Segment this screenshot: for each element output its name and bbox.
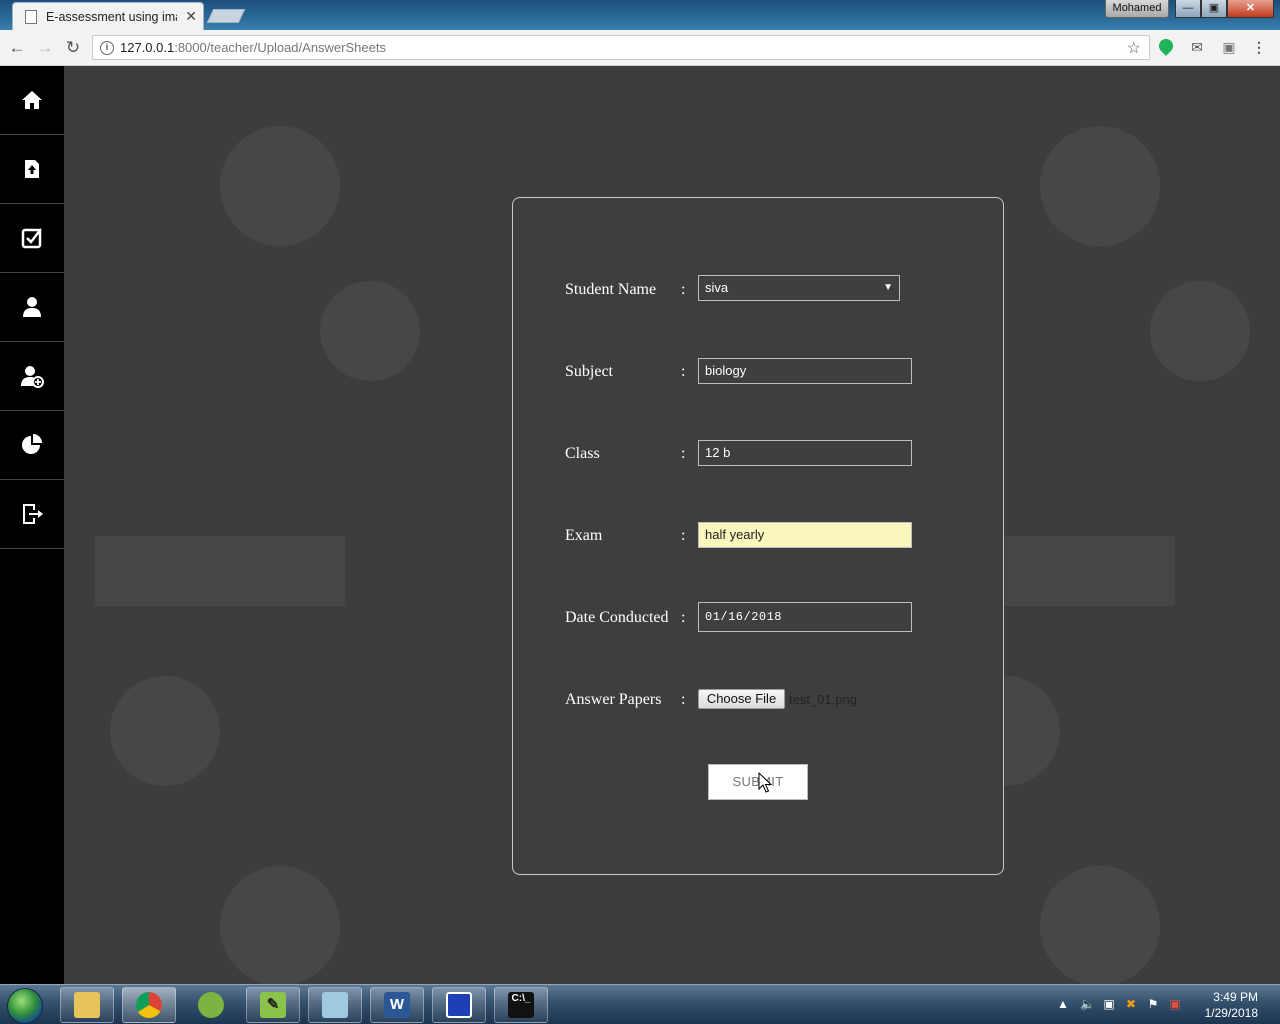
chameleon-icon <box>198 992 224 1018</box>
notepad-icon: ✎ <box>260 992 286 1018</box>
taskbar: ✎ W C:\_ ▲ 🔈 ▣ ✖ ⚑ ▣ 3:49 PM 1/29/2018 <box>0 984 1280 1024</box>
colon: : <box>681 691 686 708</box>
url-path: :8000/teacher/Upload/AnswerSheets <box>174 40 386 55</box>
sidebar-item-evaluate[interactable] <box>0 204 64 273</box>
sidebar-item-reports[interactable] <box>0 411 64 480</box>
bag-icon[interactable]: ▣ <box>1220 38 1238 56</box>
subject-input[interactable]: biology <box>698 358 912 384</box>
taskbar-app[interactable] <box>184 987 238 1023</box>
logout-icon <box>23 504 43 524</box>
upload-form-card: Student Name : siva ▼ Subject : biology … <box>512 197 1004 875</box>
background-doodle <box>110 676 220 786</box>
upload-icon <box>25 160 39 178</box>
clock-time: 3:49 PM <box>1213 990 1258 1004</box>
add-user-icon <box>21 366 44 388</box>
teacher-icon <box>23 297 41 317</box>
taskbar-clock[interactable]: 3:49 PM 1/29/2018 <box>1205 989 1258 1021</box>
exam-label: Exam <box>565 527 603 544</box>
background-doodle <box>220 866 340 984</box>
sidebar-item-logout[interactable] <box>0 480 64 549</box>
date-conducted-label: Date Conducted <box>565 609 669 626</box>
page-icon <box>25 9 37 24</box>
class-label: Class <box>565 445 600 462</box>
maximize-button[interactable]: ▣ <box>1201 0 1227 18</box>
sidebar-item-add-user[interactable] <box>0 342 64 411</box>
selected-file-name: test_01.png <box>789 692 857 707</box>
app-icon <box>322 992 348 1018</box>
sidebar <box>0 66 64 984</box>
mail-icon[interactable]: ✉ <box>1188 38 1206 56</box>
taskbar-app[interactable] <box>432 987 486 1023</box>
student-name-label: Student Name <box>565 281 657 298</box>
background-doodle <box>95 536 345 606</box>
background-doodle <box>1040 866 1160 984</box>
info-icon[interactable]: i <box>100 41 114 55</box>
mouse-cursor-icon <box>758 772 772 793</box>
taskbar-cmd[interactable]: C:\_ <box>494 987 548 1023</box>
subject-label: Subject <box>565 363 613 380</box>
checkbox-icon <box>21 228 42 249</box>
display-icon[interactable]: ▣ <box>1168 997 1182 1011</box>
background-doodle <box>1150 281 1250 381</box>
taskbar-chrome[interactable] <box>122 987 176 1023</box>
browser-toolbar: ← → ↻ i 127.0.0.1:8000/teacher/Upload/An… <box>0 30 1280 66</box>
app-icon <box>446 992 472 1018</box>
colon: : <box>681 445 686 462</box>
tab-close-icon[interactable]: ✕ <box>185 8 197 25</box>
clock-date: 1/29/2018 <box>1204 1006 1258 1020</box>
terminal-icon: C:\_ <box>508 992 534 1018</box>
browser-tab[interactable]: E-assessment using imag ✕ <box>12 2 204 30</box>
network-icon[interactable]: ▣ <box>1102 997 1116 1011</box>
date-conducted-input[interactable]: 01/16/2018 <box>698 602 912 632</box>
colon: : <box>681 609 686 626</box>
page-content: Student Name : siva ▼ Subject : biology … <box>0 66 1280 984</box>
background-doodle <box>1040 126 1160 246</box>
new-tab-button[interactable] <box>206 9 246 23</box>
pie-chart-icon <box>22 434 42 454</box>
url-text: 127.0.0.1:8000/teacher/Upload/AnswerShee… <box>120 40 386 55</box>
choose-file-button[interactable]: Choose File <box>698 689 785 709</box>
student-name-select[interactable]: siva ▼ <box>698 275 900 301</box>
chrome-icon <box>136 992 162 1018</box>
dropdown-caret-icon: ▼ <box>883 282 893 293</box>
profile-button[interactable]: Mohamed <box>1105 0 1169 18</box>
show-hidden-icons-icon[interactable]: ▲ <box>1056 997 1070 1011</box>
taskbar-notepad[interactable]: ✎ <box>246 987 300 1023</box>
minimize-button[interactable]: — <box>1175 0 1201 18</box>
home-icon <box>22 91 42 109</box>
sidebar-item-teachers[interactable] <box>0 273 64 342</box>
browser-titlebar: E-assessment using imag ✕ Mohamed — ▣ ✕ <box>0 0 1280 30</box>
sidebar-item-home[interactable] <box>0 66 64 135</box>
forward-icon[interactable]: → <box>34 37 56 59</box>
reload-icon[interactable]: ↻ <box>62 37 84 59</box>
url-host: 127.0.0.1 <box>120 40 175 55</box>
colon: : <box>681 281 686 298</box>
student-name-value: siva <box>705 280 729 295</box>
back-icon[interactable]: ← <box>6 37 28 59</box>
exam-input[interactable]: half yearly <box>698 522 912 548</box>
action-center-flag-icon[interactable]: ⚑ <box>1146 997 1160 1011</box>
background-doodle <box>320 281 420 381</box>
background-doodle <box>220 126 340 246</box>
address-bar[interactable]: i 127.0.0.1:8000/teacher/Upload/AnswerSh… <box>92 35 1150 60</box>
answer-papers-label: Answer Papers <box>565 691 662 708</box>
word-icon: W <box>384 992 410 1018</box>
sidebar-item-upload[interactable] <box>0 135 64 204</box>
bookmark-star-icon[interactable]: ☆ <box>1127 38 1141 58</box>
start-button[interactable] <box>7 988 43 1024</box>
volume-muted-icon[interactable]: 🔈 <box>1080 997 1095 1011</box>
security-icon[interactable]: ✖ <box>1124 997 1138 1011</box>
close-window-button[interactable]: ✕ <box>1227 0 1274 18</box>
system-tray: ▲ 🔈 ▣ ✖ ⚑ ▣ 3:49 PM 1/29/2018 <box>1040 985 1280 1024</box>
folder-icon <box>74 992 100 1018</box>
taskbar-app[interactable] <box>308 987 362 1023</box>
tab-title: E-assessment using imag <box>45 9 178 24</box>
colon: : <box>681 527 686 544</box>
taskbar-word[interactable]: W <box>370 987 424 1023</box>
colon: : <box>681 363 686 380</box>
menu-icon[interactable]: ⋮ <box>1250 38 1268 56</box>
extension-icon[interactable] <box>1156 36 1176 57</box>
taskbar-explorer[interactable] <box>60 987 114 1023</box>
class-input[interactable]: 12 b <box>698 440 912 466</box>
